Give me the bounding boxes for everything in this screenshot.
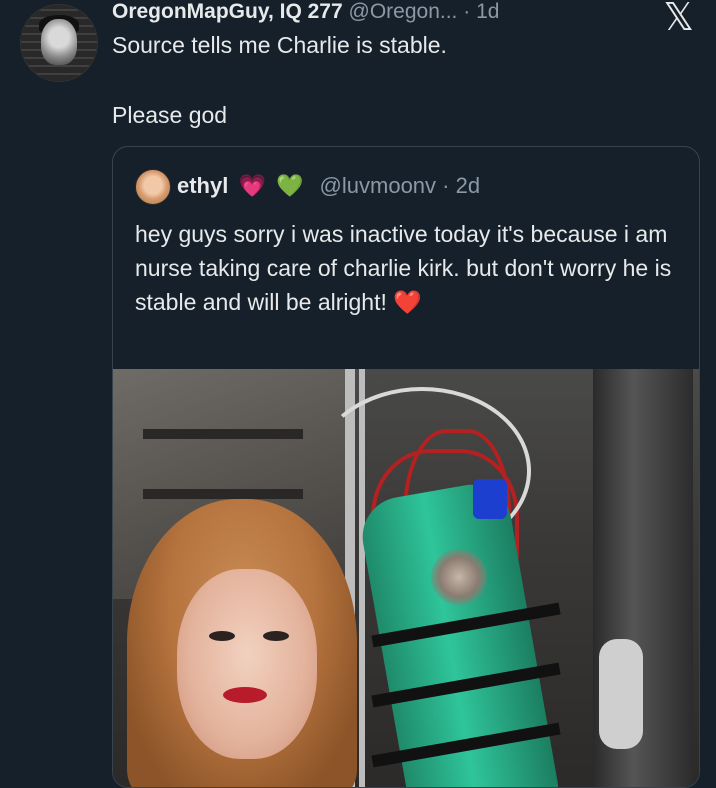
- tweet-header: OregonMapGuy, IQ 277 @Oregon... · 1d: [112, 0, 636, 24]
- x-logo-icon[interactable]: 𝕏: [663, 0, 694, 36]
- photo-lips: [223, 687, 267, 703]
- photo-blue-object: [473, 479, 507, 519]
- quoted-tweet-header: ethyl 💗 💚 @luvmoonv · 2d: [177, 171, 480, 201]
- pink-heart-icon: 💗: [238, 173, 266, 198]
- photo-gas-tank: [599, 639, 643, 749]
- avatar-face: [41, 19, 77, 65]
- quoted-author-avatar[interactable]: [135, 169, 171, 205]
- quoted-tweet[interactable]: ethyl 💗 💚 @luvmoonv · 2d hey guys sorry …: [112, 146, 700, 788]
- red-heart-icon: ❤️: [393, 289, 422, 315]
- tweet-time[interactable]: 1d: [476, 0, 499, 23]
- photo-image[interactable]: [113, 369, 699, 787]
- quoted-author-name[interactable]: ethyl: [177, 173, 228, 198]
- photo-eye: [209, 631, 235, 641]
- photo-eye: [263, 631, 289, 641]
- quoted-tweet-time[interactable]: 2d: [456, 173, 480, 198]
- tweet-text-line1: Source tells me Charlie is stable.: [112, 32, 447, 58]
- photo-shelf: [143, 429, 303, 439]
- author-avatar[interactable]: [20, 4, 98, 82]
- green-heart-icon: 💚: [276, 173, 304, 198]
- author-name[interactable]: OregonMapGuy, IQ 277: [112, 0, 343, 23]
- quoted-tweet-text: hey guys sorry i was inactive today it's…: [135, 217, 675, 319]
- author-handle[interactable]: @Oregon...: [349, 0, 458, 23]
- time-separator: ·: [463, 0, 471, 23]
- quoted-author-handle[interactable]: @luvmoonv: [320, 173, 437, 198]
- photo-blurred-face: [431, 549, 487, 605]
- photo-woman-face: [177, 569, 317, 759]
- photo-shelf: [143, 489, 303, 499]
- tweet-text-line2: Please god: [112, 102, 228, 128]
- quoted-time-separator: ·: [442, 173, 450, 198]
